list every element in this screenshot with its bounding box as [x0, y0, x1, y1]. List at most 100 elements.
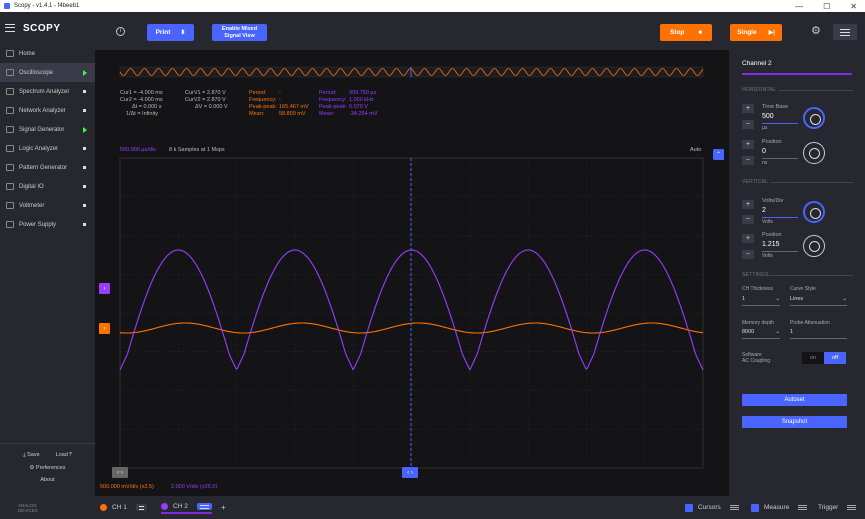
oscilloscope-plot[interactable] [95, 50, 729, 496]
sidebar-item-label: Network Analyzer [19, 107, 66, 114]
measure-toggle[interactable]: Measure [751, 501, 808, 514]
time-base-unit[interactable]: µs [762, 125, 767, 131]
tool-status-icon[interactable] [83, 185, 86, 188]
gear-icon[interactable]: ⚙ [811, 26, 821, 37]
about-button[interactable]: About [0, 477, 95, 483]
hamburger-menu-icon[interactable] [5, 24, 15, 32]
cursors-checkbox[interactable] [685, 503, 693, 512]
add-channel-button[interactable]: + [221, 501, 226, 514]
tool-status-icon[interactable] [83, 109, 86, 112]
measurement-value: -34.254 mV [349, 111, 378, 117]
h-position-unit[interactable]: ns [762, 160, 767, 166]
section-divider [769, 275, 853, 276]
tool-status-icon[interactable] [83, 147, 86, 150]
h-position-value[interactable]: 0 [762, 148, 766, 155]
home-icon [6, 50, 14, 57]
time-base-value[interactable]: 500 [762, 113, 774, 120]
sidebar-item-signal-generator[interactable]: Signal Generator [0, 120, 95, 139]
sidebar-item-label: Voltmeter [19, 202, 45, 209]
snapshot-button[interactable]: Snapshot [742, 416, 847, 428]
sidebar-item-network-analyzer[interactable]: Network Analyzer [0, 101, 95, 120]
ch2-selector[interactable]: CH 2 [161, 501, 212, 514]
toggle-off-option[interactable]: off [824, 352, 846, 364]
time-base-plus-button[interactable]: + [742, 104, 754, 113]
bottom-channel-bar: CH 1 CH 2 + Cursors Measure Trigger [95, 496, 865, 519]
load-button[interactable]: Load ⤒ [56, 452, 72, 459]
curve-style-select[interactable]: Lines ⌄ [790, 296, 847, 302]
tool-menu-button[interactable] [833, 24, 857, 40]
h-position-knob[interactable] [803, 142, 825, 164]
ch1-offset-marker[interactable]: › [99, 323, 110, 334]
sidebar-item-logic-analyzer[interactable]: Logic Analyzer [0, 139, 95, 158]
ch1-menu-icon[interactable] [135, 504, 147, 511]
close-button[interactable]: ✕ [850, 2, 857, 11]
ch-thickness-select[interactable]: 1 ⌄ [742, 296, 780, 302]
ch2-enable-dot[interactable] [161, 502, 168, 510]
volts-div-plus-button[interactable]: + [742, 200, 754, 209]
time-base-minus-button[interactable]: − [742, 120, 754, 129]
probe-attenuation-underline [790, 338, 847, 339]
sidebar-item-home[interactable]: Home [0, 44, 95, 63]
tool-status-icon[interactable] [83, 90, 86, 93]
time-base-knob[interactable] [803, 107, 825, 129]
measurement-value: 165.467 mV [279, 104, 309, 110]
curve-style-underline [790, 305, 847, 306]
ch2-offset-marker[interactable]: › [99, 283, 110, 294]
v-position-unit[interactable]: Volts [762, 253, 773, 259]
measure-checkbox[interactable] [751, 503, 759, 512]
horizontal-scroll-handle[interactable]: ‹ › [112, 467, 128, 478]
measurement-value: - [279, 90, 281, 96]
ch1-selector[interactable]: CH 1 [100, 501, 147, 514]
probe-attenuation-field[interactable]: 1 [790, 329, 793, 335]
volts-div-unit[interactable]: Volts [762, 219, 773, 225]
trigger-level-marker[interactable]: ⌃ [713, 149, 724, 160]
sidebar-item-power-supply[interactable]: Power Supply [0, 215, 95, 234]
preferences-button[interactable]: ⚙ Preferences [0, 465, 95, 471]
trigger-position-handle[interactable]: ‹ › [402, 467, 418, 478]
minimize-button[interactable]: — [795, 2, 803, 11]
ch2-menu-icon[interactable] [196, 502, 212, 510]
v-position-value[interactable]: 1.215 [762, 241, 780, 248]
v-position-minus-button[interactable]: − [742, 250, 754, 259]
measure-menu-icon[interactable] [798, 505, 808, 510]
info-icon[interactable]: i [116, 27, 125, 36]
single-button[interactable]: Single ▶| [730, 24, 782, 41]
maximize-button[interactable]: ☐ [823, 2, 830, 11]
sidebar-item-voltmeter[interactable]: Voltmeter [0, 196, 95, 215]
volts-div-knob[interactable] [803, 201, 825, 223]
channel-settings-panel: Channel 2 HORIZONTAL + − Time Base 500 µ… [729, 50, 865, 496]
volts-div-value[interactable]: 2 [762, 207, 766, 214]
analog-devices-logo: ANALOG DEVICES [18, 503, 38, 513]
v-position-plus-button[interactable]: + [742, 234, 754, 243]
curve-style-label: Curve Style [790, 286, 816, 292]
autoset-button[interactable]: Autoset [742, 394, 847, 406]
tool-status-icon[interactable] [83, 166, 86, 169]
v-position-knob[interactable] [803, 235, 825, 257]
tool-status-icon[interactable] [83, 204, 86, 207]
save-button[interactable]: ⤓ Save [23, 452, 40, 459]
toggle-on-option[interactable]: on [802, 352, 824, 364]
tool-running-icon[interactable] [83, 69, 87, 76]
ch1-enable-dot[interactable] [100, 504, 107, 511]
cursors-toggle[interactable]: Cursors [685, 501, 739, 514]
trigger-toggle[interactable]: Trigger [818, 501, 857, 514]
ch2-label: CH 2 [173, 502, 188, 510]
h-position-plus-button[interactable]: + [742, 140, 754, 149]
chevron-down-icon: ⌄ [775, 329, 780, 335]
trigger-menu-icon[interactable] [847, 505, 857, 510]
cursors-menu-icon[interactable] [729, 505, 739, 510]
memory-depth-select[interactable]: 8000 ⌄ [742, 329, 780, 335]
volts-div-minus-button[interactable]: − [742, 215, 754, 224]
sidebar-item-spectrum-analyzer[interactable]: Spectrum Analyzer [0, 82, 95, 101]
print-button[interactable]: Print ⬍ [147, 24, 194, 41]
h-position-minus-button[interactable]: − [742, 156, 754, 165]
measurement-label: Peak-peak: [249, 104, 277, 110]
tool-status-icon[interactable] [83, 223, 86, 226]
ac-coupling-toggle[interactable]: on off [802, 352, 846, 364]
sidebar-item-pattern-generator[interactable]: Pattern Generator [0, 158, 95, 177]
stop-button[interactable]: Stop ■ [660, 24, 712, 41]
sidebar-item-digital-io[interactable]: Digital IO [0, 177, 95, 196]
tool-running-icon[interactable] [83, 126, 87, 133]
enable-mixed-signal-button[interactable]: Enable Mixed Signal View [212, 24, 267, 41]
sidebar-item-oscilloscope[interactable]: Oscilloscope [0, 63, 95, 82]
